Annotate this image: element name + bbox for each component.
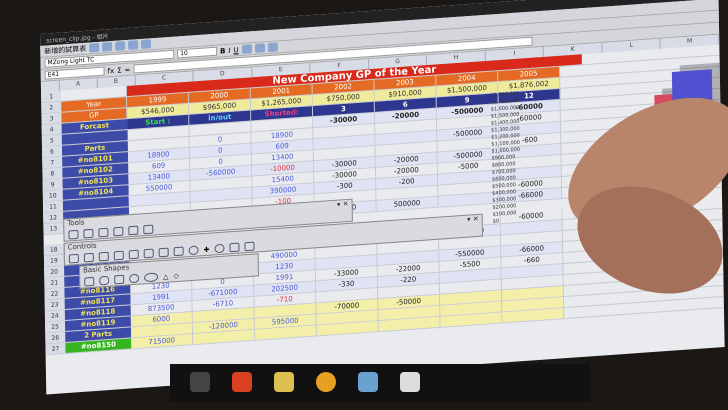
close-icon[interactable]: ▾ ✕ [467,215,479,226]
tools-toolbar-title: Tools [67,218,85,228]
cylinder-icon[interactable] [229,242,240,253]
row-number[interactable]: 24 [44,309,65,322]
row-number[interactable]: 18 [43,243,64,256]
underline-button[interactable]: U [233,46,238,54]
navigator-icon[interactable] [128,225,139,236]
row-number[interactable]: 13 [43,222,64,235]
checkbox-icon[interactable] [98,251,109,262]
equals-icon[interactable]: = [124,65,130,73]
toolbar-icon[interactable] [115,41,126,51]
square-icon[interactable] [114,274,125,285]
align-left-icon[interactable] [241,44,252,54]
row-number[interactable]: 12 [43,211,64,224]
listbox-icon[interactable] [143,248,154,259]
sum-icon[interactable]: Σ [117,66,122,74]
row-number[interactable]: 6 [41,145,63,158]
draw-icon[interactable] [98,227,109,238]
form-icon[interactable] [143,224,154,235]
triangle-icon[interactable]: △ [163,272,169,280]
align-right-icon[interactable] [267,42,278,53]
photos-icon[interactable] [400,372,420,392]
bold-button[interactable]: B [220,47,225,55]
row-number[interactable]: 21 [44,276,65,289]
diamond-icon[interactable]: ◇ [173,271,179,279]
radio-icon[interactable] [128,249,139,260]
row-number[interactable]: 27 [45,342,66,355]
row-number[interactable]: 25 [45,320,66,333]
combobox-icon[interactable] [158,247,169,258]
gallery-icon[interactable] [113,226,124,237]
italic-button[interactable]: I [228,46,230,54]
toolbar-icon[interactable] [102,41,113,52]
ellipse-icon[interactable] [144,272,159,283]
app-icon[interactable] [274,372,294,392]
circle-icon[interactable] [188,245,199,256]
row-number[interactable]: 19 [43,254,65,267]
toolbar-icon[interactable] [128,40,139,50]
rectangle-icon[interactable] [84,276,95,287]
office-icon[interactable] [232,372,252,392]
row-number[interactable]: 23 [44,298,65,311]
toolbar-icon[interactable] [140,39,152,49]
chart-y-tick: $100,000 [492,210,517,218]
row-number[interactable]: 8 [42,167,63,180]
taskbar [170,364,590,402]
row-number[interactable]: 26 [45,331,66,344]
row-number[interactable]: 20 [44,265,65,278]
chart-y-tick: $1,000,000 [491,146,521,155]
rounded-rectangle-icon[interactable] [99,275,110,286]
cube-icon[interactable] [244,241,255,252]
textbox-icon[interactable] [113,250,124,261]
toolbar-icon[interactable] [89,42,100,53]
close-icon[interactable]: ▾ ✕ [337,200,349,211]
chrome-icon[interactable] [316,372,336,392]
cross-icon[interactable]: ✚ [203,245,209,253]
row-number[interactable]: 11 [42,200,64,213]
ring-icon[interactable] [214,243,225,254]
table-icon[interactable] [68,229,79,240]
chart-icon[interactable] [83,228,94,239]
function-wizard-icon[interactable]: fx [107,66,114,74]
row-number[interactable]: 9 [42,178,63,191]
row-number[interactable]: 22 [44,287,65,300]
circle-icon[interactable] [129,273,140,284]
design-mode-icon[interactable] [83,252,94,263]
row-number[interactable]: 10 [42,189,63,202]
select-icon[interactable] [68,253,79,264]
paint-icon[interactable] [358,372,378,392]
align-center-icon[interactable] [254,43,265,54]
files-icon[interactable] [190,372,210,392]
font-size-select[interactable]: 10 [177,46,218,59]
chart-y-tick: $0 [492,218,500,225]
controls-toolbar-title: Controls [67,241,97,252]
row-number[interactable]: 7 [42,156,63,169]
pentagon-icon[interactable] [173,246,184,257]
